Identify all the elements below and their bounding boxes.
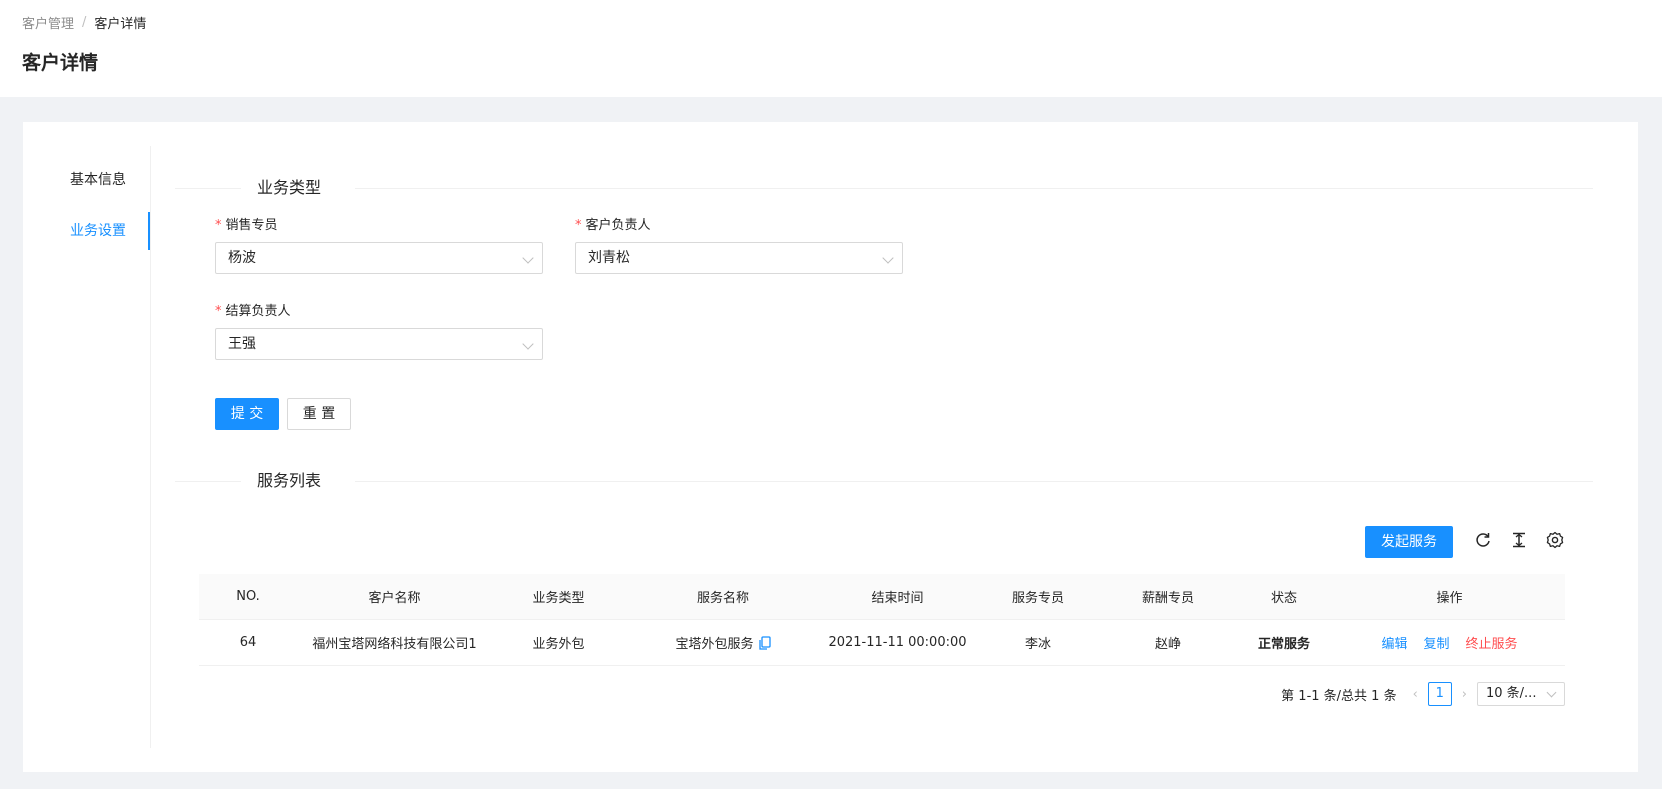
sales-label-wrap: * 销售专员 (215, 216, 543, 236)
customer-owner-field: * 客户负责人 刘青松 (575, 216, 903, 274)
reload-icon[interactable] (1473, 530, 1493, 550)
settlement-owner-label: 结算负责人 (225, 304, 291, 319)
customer-owner-label-wrap: * 客户负责人 (575, 216, 903, 236)
page-size-value: 10 条/... (1486, 686, 1537, 701)
settlement-owner-select[interactable]: 王强 (215, 328, 543, 360)
page-number-current[interactable]: 1 (1427, 682, 1452, 706)
side-menu: 基本信息 业务设置 (23, 146, 151, 748)
column-header-service-name: 服务名称 (696, 591, 749, 606)
cell-payroll-specialist: 赵峥 (1154, 637, 1181, 652)
service-name-text: 宝塔外包服务 (675, 637, 754, 652)
business-type-title: 业务类型 (257, 178, 322, 197)
divider-line-left (175, 481, 241, 482)
submit-button[interactable]: 提 交 (215, 398, 279, 430)
sales-field: * 销售专员 杨波 (215, 216, 543, 274)
copy-link[interactable]: 复制 (1423, 637, 1449, 652)
column-header-customer-name: 客户名称 (368, 591, 421, 606)
column-header-service-specialist: 服务专员 (1011, 591, 1064, 606)
edit-link[interactable]: 编辑 (1381, 637, 1407, 652)
column-header-business-type: 业务类型 (532, 591, 585, 606)
breadcrumb-current: 客户详情 (94, 17, 147, 32)
detail-card: 基本信息 业务设置 业务类型 * 销售专员 杨波 * 客户负责人 刘青松 * 结算负责… (23, 122, 1638, 772)
reset-button[interactable]: 重 置 (287, 398, 351, 430)
cell-customer-name: 福州宝塔网络科技有限公司1 (312, 637, 477, 652)
breadcrumb: 客户管理 / 客户详情 (22, 13, 146, 32)
chevron-down-icon (522, 338, 534, 350)
page-header: 客户管理 / 客户详情 客户详情 (0, 0, 1662, 97)
prev-page-icon[interactable]: ‹ (1413, 687, 1418, 702)
sales-select[interactable]: 杨波 (215, 242, 543, 274)
column-header-status: 状态 (1270, 591, 1297, 606)
business-type-divider: 业务类型 (175, 176, 1593, 200)
customer-owner-select[interactable]: 刘青松 (575, 242, 903, 274)
settlement-owner-value: 王强 (228, 336, 256, 352)
customer-owner-value: 刘青松 (588, 250, 630, 266)
customer-owner-label: 客户负责人 (585, 218, 651, 233)
chevron-down-icon (882, 252, 894, 264)
breadcrumb-parent-link[interactable]: 客户管理 (22, 13, 74, 32)
column-header-end-time: 结束时间 (871, 591, 924, 606)
column-header-actions: 操作 (1436, 591, 1463, 606)
required-asterisk: * (215, 304, 222, 319)
column-header-payroll-specialist: 薪酬专员 (1141, 591, 1194, 606)
start-service-button[interactable]: 发起服务 (1365, 526, 1453, 558)
density-icon[interactable] (1509, 530, 1529, 550)
cell-business-type: 业务外包 (532, 637, 585, 652)
settlement-owner-field: * 结算负责人 王强 (215, 302, 543, 360)
side-item-business-settings[interactable]: 业务设置 (22, 212, 150, 250)
page-size-select[interactable]: 10 条/... (1477, 682, 1565, 706)
divider-line-right (355, 481, 1593, 482)
divider-line-right (355, 188, 1593, 189)
chevron-down-icon (522, 252, 534, 264)
side-item-basic-info[interactable]: 基本信息 (22, 161, 150, 199)
cell-no: 64 (239, 635, 257, 650)
cell-end-time: 2021-11-11 00:00:00 (828, 635, 967, 650)
copy-icon[interactable] (758, 635, 771, 650)
cell-actions: 编辑 复制 终止服务 (1334, 633, 1565, 652)
pagination: 第 1-1 条/总共 1 条 ‹ 1 › 10 条/... (1281, 682, 1565, 706)
settlement-owner-label-wrap: * 结算负责人 (215, 302, 543, 322)
table-row: 64 福州宝塔网络科技有限公司1 业务外包 宝塔外包服务 2021-11-11 … (199, 620, 1565, 666)
sales-value: 杨波 (228, 250, 256, 266)
chevron-down-icon (1546, 687, 1557, 698)
breadcrumb-separator: / (82, 15, 87, 30)
settings-icon[interactable] (1545, 530, 1565, 550)
terminate-service-link[interactable]: 终止服务 (1466, 637, 1518, 652)
column-header-no: NO. (236, 589, 260, 604)
cell-service-name: 宝塔外包服务 (625, 633, 821, 652)
service-table: NO. 客户名称 业务类型 服务名称 结束时间 服务专员 薪酬专员 状态 操作 … (199, 574, 1565, 666)
table-header: NO. 客户名称 业务类型 服务名称 结束时间 服务专员 薪酬专员 状态 操作 (199, 574, 1565, 620)
required-asterisk: * (215, 218, 222, 233)
cell-status: 正常服务 (1257, 637, 1310, 652)
pagination-summary: 第 1-1 条/总共 1 条 (1281, 688, 1397, 704)
service-list-title: 服务列表 (257, 471, 322, 490)
sales-label: 销售专员 (225, 218, 278, 233)
service-name-wrap: 宝塔外包服务 (675, 633, 771, 652)
next-page-icon[interactable]: › (1462, 687, 1467, 702)
service-list-divider: 服务列表 (175, 469, 1593, 493)
cell-service-specialist: 李冰 (1024, 637, 1051, 652)
page-title: 客户详情 (22, 52, 99, 74)
divider-line-left (175, 188, 241, 189)
required-asterisk: * (575, 218, 582, 233)
